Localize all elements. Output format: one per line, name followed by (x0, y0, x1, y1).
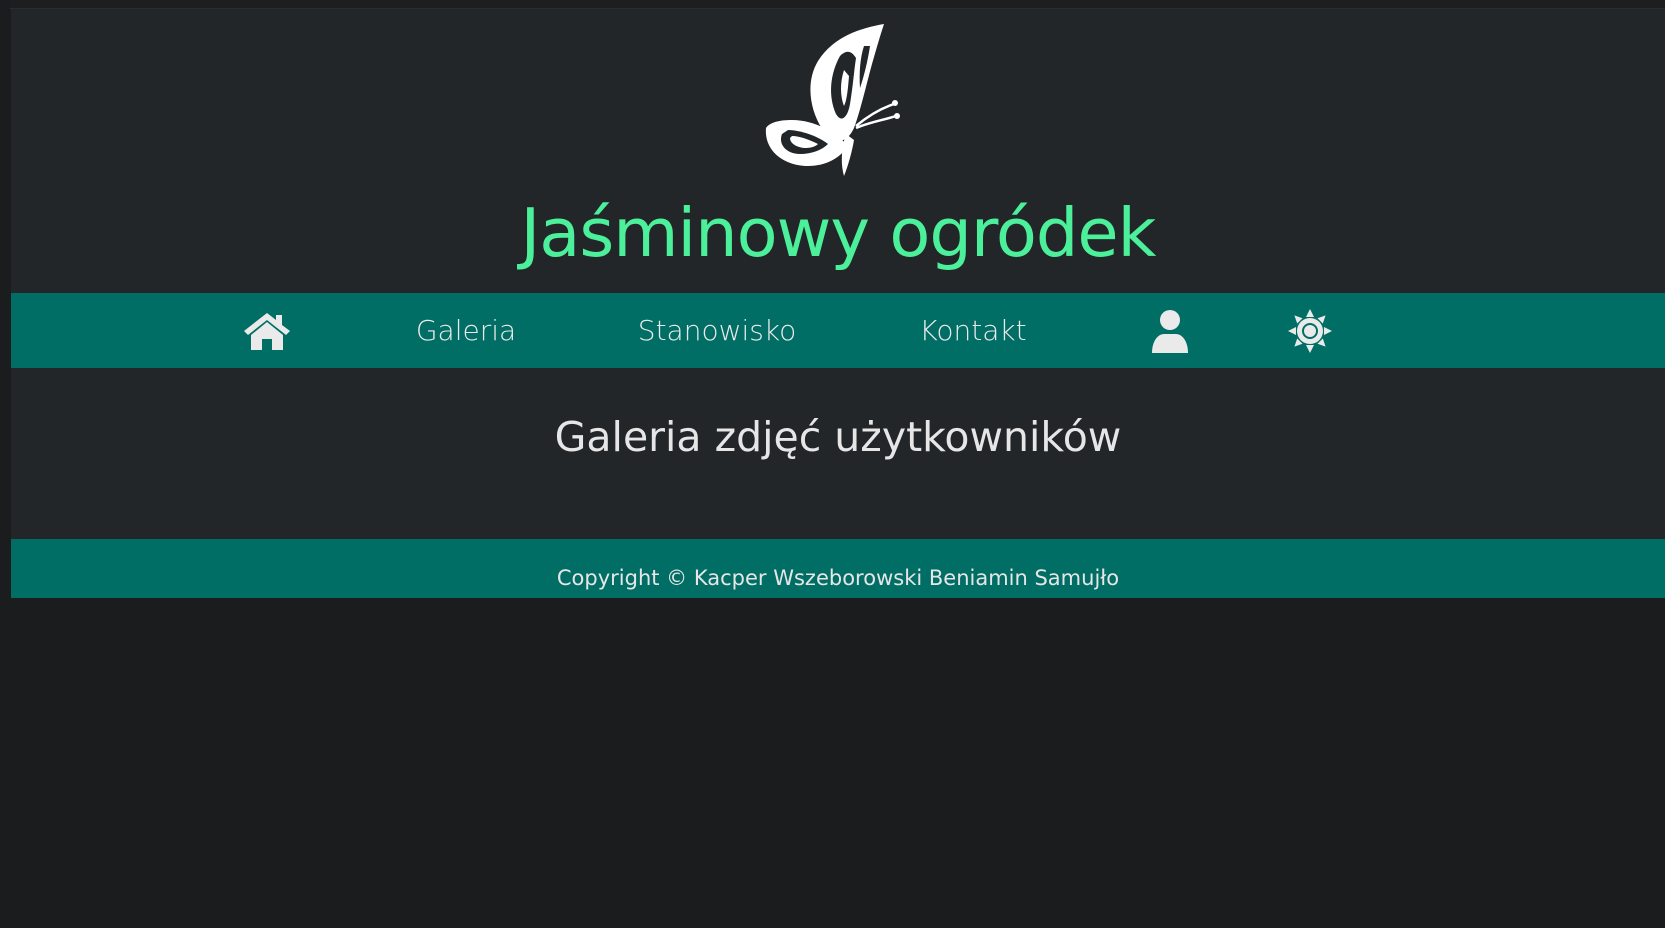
nav-home[interactable] (239, 293, 295, 368)
home-icon (242, 310, 292, 352)
nav-contact[interactable]: Kontakt (908, 293, 1038, 368)
page: Jaśminowy ogródek Galeria Stanowisko Kon… (11, 9, 1665, 598)
main-navbar: Galeria Stanowisko Kontakt (11, 293, 1665, 368)
nav-user[interactable] (1147, 293, 1193, 368)
user-icon (1150, 309, 1190, 353)
sun-icon (1287, 308, 1333, 354)
nav-theme-toggle[interactable] (1285, 293, 1335, 368)
nav-station-label: Stanowisko (637, 314, 797, 347)
copyright-text: Copyright © Kacper Wszeborowski Beniamin… (556, 566, 1120, 590)
butterfly-icon (756, 16, 926, 184)
site-footer: Copyright © Kacper Wszeborowski Beniamin… (11, 539, 1665, 598)
site-header: Jaśminowy ogródek (11, 9, 1665, 293)
nav-gallery-label: Galeria (415, 314, 517, 347)
main-content: Galeria zdjęć użytkowników (11, 368, 1665, 539)
window-left-border (0, 0, 10, 928)
nav-contact-label: Kontakt (919, 314, 1027, 347)
nav-station[interactable]: Stanowisko (633, 293, 801, 368)
site-title: Jaśminowy ogródek (520, 194, 1157, 272)
page-heading: Galeria zdjęć użytkowników (554, 413, 1122, 461)
nav-gallery[interactable]: Galeria (401, 293, 531, 368)
window-top-border (0, 0, 1665, 9)
